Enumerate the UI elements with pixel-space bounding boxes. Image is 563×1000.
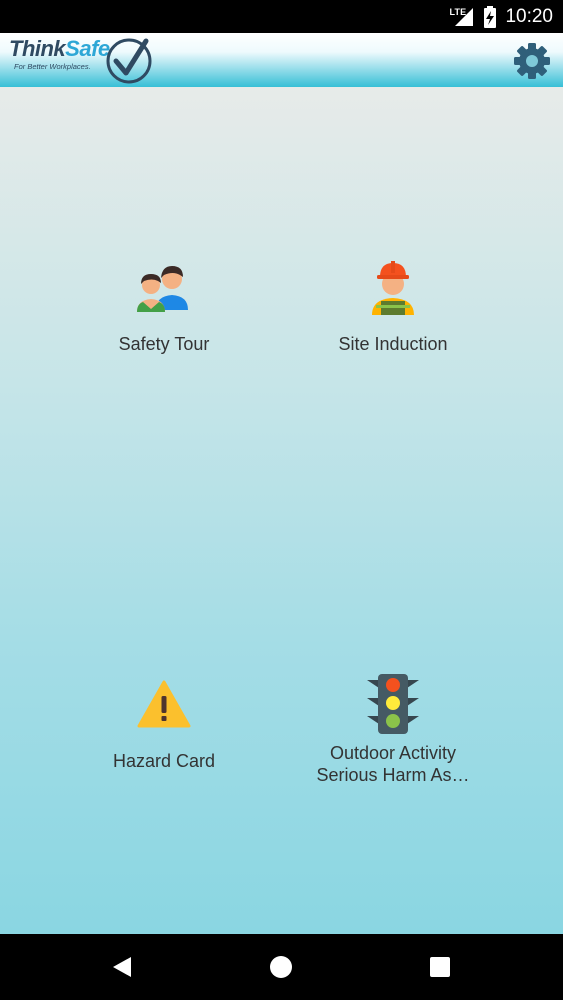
gear-icon [514,43,550,79]
back-icon [113,957,131,977]
logo-word-think: Think [9,36,66,61]
logo-tagline: For Better Workplaces. [14,62,91,71]
status-indicators: LTE 10:20 [449,0,553,33]
recents-button[interactable] [400,934,480,1000]
hazard-card-label: Hazard Card [112,751,216,771]
traffic-light-icon [363,674,423,734]
navigation-bar [0,934,563,1000]
people-icon [134,257,194,317]
site-induction-label: Site Induction [338,334,448,354]
home-icon [270,956,292,978]
outdoor-activity-tile[interactable]: Outdoor Activity Serious Harm As… [278,674,508,786]
signal-indicator: LTE [449,6,475,28]
back-button[interactable] [82,934,162,1000]
thinksafe-logo: ThinkSafe For Better Workplaces. [9,35,154,85]
safety-tour-label: Safety Tour [118,334,210,354]
site-induction-tile[interactable]: Site Induction [278,257,508,355]
app-bar: ThinkSafe For Better Workplaces. [0,33,563,87]
home-button[interactable] [241,934,321,1000]
recents-icon [430,957,450,977]
logo-check-icon [106,38,152,84]
warning-icon [134,674,194,734]
logo-word-safe: Safe [65,36,110,61]
hazard-card-tile[interactable]: Hazard Card [49,674,279,772]
battery-icon [484,5,497,28]
outdoor-activity-label: Outdoor Activity Serious Harm As… [316,743,470,785]
settings-button[interactable] [512,41,552,81]
signal-icon [455,7,474,26]
safety-tour-tile[interactable]: Safety Tour [49,257,279,355]
main-content: Safety Tour Site Induction Hazard Card O… [0,87,563,934]
status-time: 10:20 [505,5,553,27]
logo-wordmark: ThinkSafe [9,36,110,62]
worker-icon [363,257,423,317]
status-bar: LTE 10:20 [0,0,563,33]
